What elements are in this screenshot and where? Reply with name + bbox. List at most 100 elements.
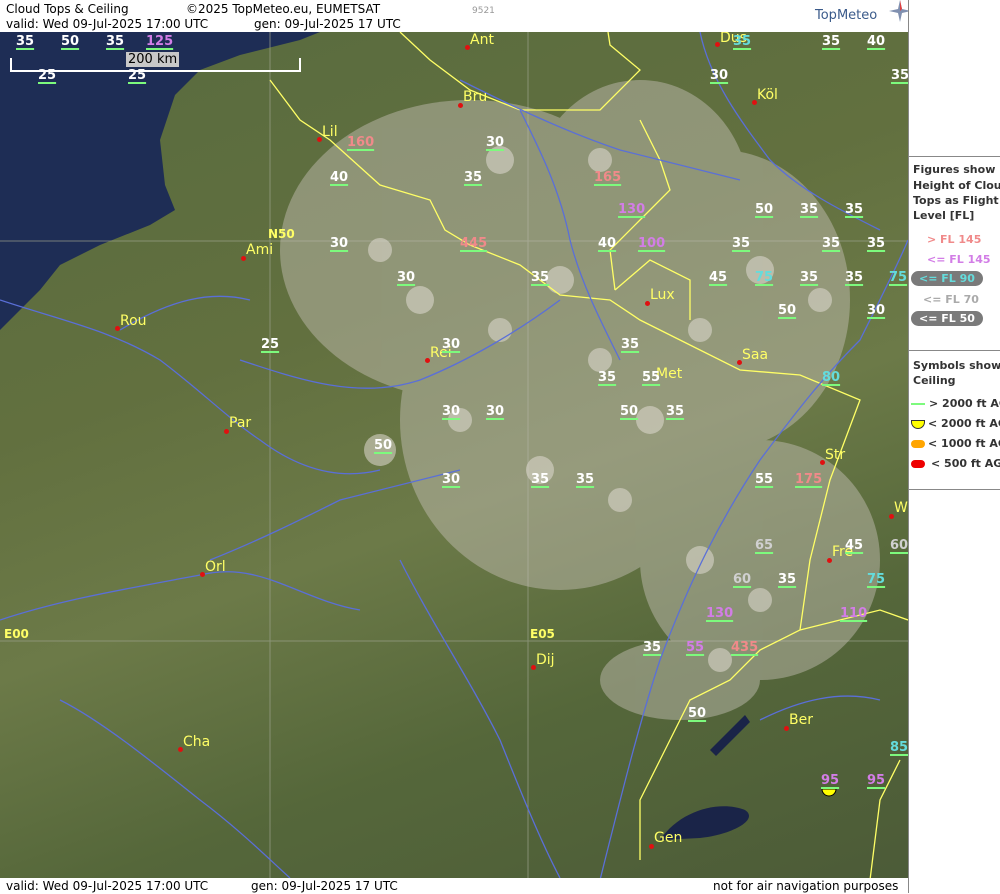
- cloud-top-label: 50: [374, 438, 393, 453]
- city-label: Cha: [183, 734, 211, 750]
- cloud-top-label: 35: [845, 202, 864, 217]
- cloud-top-label: 35: [643, 640, 662, 655]
- city-lil[interactable]: Lil: [317, 124, 338, 142]
- legend-level-above145: > FL 145: [927, 233, 982, 246]
- cloud-top-label: 75: [755, 270, 774, 285]
- city-orl[interactable]: Orl: [200, 559, 226, 577]
- city-dot: [115, 326, 120, 331]
- lake-neuchatel: [710, 715, 750, 756]
- cloud-top-label: 100: [638, 236, 666, 251]
- cloud-top-label: 30: [330, 236, 349, 251]
- grid-label-e05: E05: [530, 627, 555, 641]
- city-dot: [531, 665, 536, 670]
- city-dot: [645, 301, 650, 306]
- map-base-layer: [0, 32, 908, 878]
- cloud-top-label: 160: [347, 135, 375, 150]
- cloud-top-label: 35: [666, 404, 685, 419]
- cloud-top-label: 35: [16, 34, 35, 49]
- city-lux[interactable]: Lux: [645, 287, 675, 306]
- cloud-top-label: 45: [709, 270, 728, 285]
- map-title: Cloud Tops & Ceiling: [6, 2, 129, 16]
- city-gen[interactable]: Gen: [649, 830, 682, 849]
- cloud-top-label: 50: [778, 303, 797, 318]
- city-saa[interactable]: Saa: [737, 347, 769, 365]
- cloud-top-label: 50: [620, 404, 639, 419]
- legend-heading-line: Tops as Flight: [913, 194, 999, 207]
- city-str[interactable]: Str: [820, 447, 846, 465]
- cloud-top-label: 45: [845, 538, 864, 553]
- cloud-top-label: 35: [464, 170, 483, 185]
- city-dot: [715, 42, 720, 47]
- cloud-top-label: 55: [642, 370, 661, 385]
- city-dot: [200, 572, 205, 577]
- city-dot: [317, 137, 322, 142]
- city-bru[interactable]: Bru: [458, 89, 487, 108]
- cloud-top-label: 35: [732, 236, 751, 251]
- city-label: W: [894, 500, 908, 516]
- ceiling-lt1000-label: < 1000 ft AGL: [928, 437, 1000, 450]
- ceiling-heading-line: Symbols show: [913, 359, 1000, 372]
- cloud-top-label: 125: [146, 34, 174, 49]
- legend-level-le90: <= FL 90: [911, 271, 983, 286]
- city-dot: [241, 256, 246, 261]
- cloud-top-label: 130: [618, 202, 646, 217]
- ceiling-gt2000-label: > 2000 ft AGL: [929, 397, 1000, 410]
- cloud-top-label: 50: [688, 706, 707, 721]
- city-label: Saa: [742, 347, 769, 363]
- city-label: Ant: [470, 32, 494, 48]
- cloud-top-label: 60: [733, 572, 752, 587]
- city-label: Rou: [120, 313, 147, 329]
- cloud-top-label: 95: [821, 773, 840, 788]
- city-label: Ami: [246, 242, 274, 258]
- city-label: Dij: [536, 652, 555, 668]
- cloud-top-label: 35: [800, 202, 819, 217]
- cloud-top-label: 30: [486, 135, 505, 150]
- grid-label-e00: E00: [4, 627, 29, 641]
- city-rou[interactable]: Rou: [115, 313, 147, 331]
- cloud-top-label: 165: [594, 170, 622, 185]
- city-ami[interactable]: Ami: [241, 242, 274, 261]
- disclaimer-text: not for air navigation purposes: [713, 879, 899, 893]
- legend-level-le50: <= FL 50: [911, 311, 983, 326]
- footer-valid-time: valid: Wed 09-Jul-2025 17:00 UTC: [6, 879, 209, 893]
- city-par[interactable]: Par: [224, 415, 251, 434]
- cloud-top-label: 35: [800, 270, 819, 285]
- city-dot: [784, 726, 789, 731]
- grid-label-n50: N50: [268, 227, 295, 241]
- copyright-text: ©2025 TopMeteo.eu, EUMETSAT: [186, 2, 381, 16]
- city-label: Str: [825, 447, 846, 463]
- city-ant[interactable]: Ant: [465, 32, 494, 50]
- city-label: Lux: [650, 287, 675, 303]
- city-label: Orl: [205, 559, 226, 575]
- header-bar: Cloud Tops & Ceiling ©2025 TopMeteo.eu, …: [0, 0, 911, 32]
- city-dij[interactable]: Dij: [531, 652, 555, 670]
- city-dot: [752, 100, 757, 105]
- city-cha[interactable]: Cha: [178, 734, 211, 752]
- city-label: Lil: [322, 124, 338, 140]
- cloud-top-label: 130: [706, 606, 734, 621]
- satellite-map[interactable]: 200 km N50 E00 E05 Ant Dus Bru Köl Lil A…: [0, 32, 908, 878]
- cloud-top-label: 80: [822, 370, 841, 385]
- cloud-top-label: 35: [733, 34, 752, 49]
- cloud-top-label: 25: [38, 68, 57, 83]
- cloud-top-label: 95: [867, 773, 886, 788]
- cloud-top-label: 35: [822, 34, 841, 49]
- city-w[interactable]: W: [889, 500, 908, 519]
- cloud-top-legend: Figures show Height of Cloud Tops as Fli…: [909, 156, 1000, 345]
- ceiling-symbol: [821, 788, 837, 797]
- cloud-top-label: 110: [840, 606, 868, 621]
- cloud-top-label: 60: [890, 538, 908, 553]
- city-dot: [458, 103, 463, 108]
- scale-label: 200 km: [126, 52, 180, 67]
- cloud-top-label: 35: [867, 236, 886, 251]
- map-code: 9521: [472, 6, 495, 16]
- city-ber[interactable]: Ber: [784, 712, 813, 731]
- cloud-top-label: 50: [61, 34, 80, 49]
- city-kol[interactable]: Köl: [752, 87, 778, 105]
- cloud-top-label: 65: [755, 538, 774, 553]
- city-dot: [649, 844, 654, 849]
- cloud-top-label: 435: [731, 640, 759, 655]
- cloud-top-label: 35: [598, 370, 617, 385]
- cloud-top-label: 50: [755, 202, 774, 217]
- cloud-top-label: 35: [891, 68, 908, 83]
